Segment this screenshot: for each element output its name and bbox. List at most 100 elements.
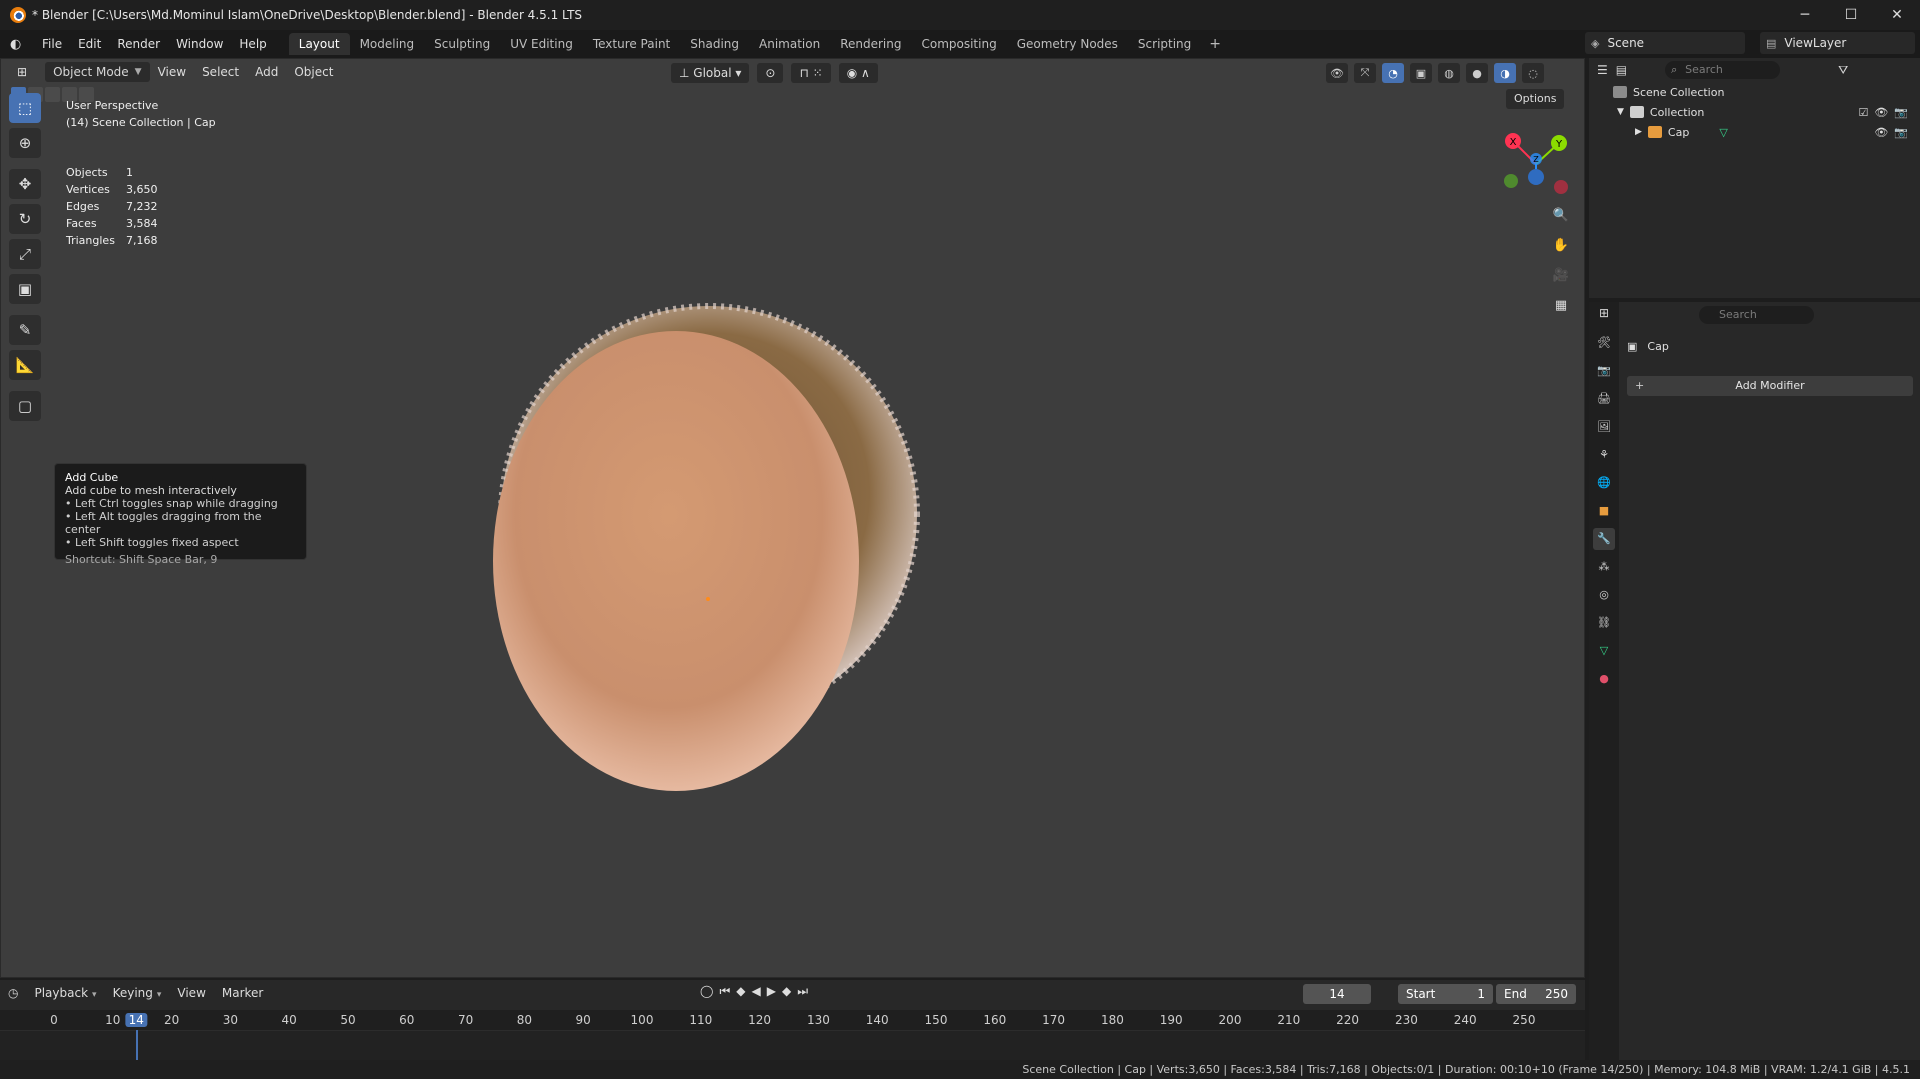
- outliner-search-input[interactable]: Search: [1665, 61, 1781, 79]
- scene-selector[interactable]: ◈ Scene: [1585, 32, 1745, 54]
- options-dropdown[interactable]: Options: [1506, 89, 1565, 109]
- orientation-dropdown[interactable]: ⊥ Global ▾: [671, 63, 750, 83]
- viewport-menu-object[interactable]: Object: [286, 62, 341, 82]
- playhead[interactable]: [136, 1030, 139, 1060]
- tab-uv-editing[interactable]: UV Editing: [500, 33, 583, 55]
- filter-icon[interactable]: ⛛: [1838, 63, 1848, 78]
- data-tab-icon[interactable]: ▽: [1593, 640, 1615, 662]
- physics-tab-icon[interactable]: ◎: [1593, 584, 1615, 606]
- jump-start-icon[interactable]: ⏮: [719, 984, 730, 999]
- eye-icon[interactable]: 👁: [1874, 106, 1888, 119]
- tab-geometry-nodes[interactable]: Geometry Nodes: [1007, 33, 1128, 55]
- outliner-row-cap[interactable]: ▶ Cap ▽ 👁 📷: [1589, 122, 1920, 142]
- tab-layout[interactable]: Layout: [288, 33, 350, 55]
- output-tab-icon[interactable]: 🖨: [1593, 388, 1615, 410]
- cap-mesh-object[interactable]: [471, 299, 931, 799]
- play-icon[interactable]: ▶: [767, 984, 776, 999]
- add-cube-icon[interactable]: ▢: [9, 391, 41, 421]
- properties-editor-icon[interactable]: ⊞: [1599, 306, 1609, 320]
- move-icon[interactable]: ✥: [9, 169, 41, 199]
- checkbox-icon[interactable]: ☑: [1858, 106, 1868, 119]
- camera-icon[interactable]: 📷: [1894, 106, 1908, 119]
- timeline-menu-view[interactable]: View: [169, 986, 213, 1000]
- annotate-icon[interactable]: ✎: [9, 315, 41, 345]
- end-frame-field[interactable]: End 250: [1496, 984, 1576, 1004]
- keyframe-track[interactable]: [0, 1030, 1585, 1060]
- object-mode-dropdown[interactable]: Object Mode ▼: [45, 62, 150, 82]
- xray-icon[interactable]: ▣: [1410, 63, 1432, 83]
- start-frame-field[interactable]: Start 1: [1398, 984, 1493, 1004]
- auto-key-icon[interactable]: ◯: [700, 984, 713, 999]
- menu-render[interactable]: Render: [109, 37, 168, 51]
- cursor-icon[interactable]: ⊕: [9, 128, 41, 158]
- transform-icon[interactable]: ▣: [9, 274, 41, 304]
- timeline-menu-keying[interactable]: Keying ▾: [105, 986, 170, 1000]
- overlay-toggle-icon[interactable]: ◔: [1382, 63, 1404, 83]
- viewport-menu-select[interactable]: Select: [194, 62, 247, 82]
- proportional-edit-icon[interactable]: ◉ ∧: [838, 63, 878, 83]
- tab-sculpting[interactable]: Sculpting: [424, 33, 500, 55]
- menu-edit[interactable]: Edit: [70, 37, 109, 51]
- editor-type-icon[interactable]: ⊞: [9, 62, 35, 82]
- snap-icon[interactable]: ⊓ ⁙: [791, 63, 831, 83]
- pan-hand-icon[interactable]: ✋: [1550, 234, 1572, 256]
- scene-tab-icon[interactable]: ⚘: [1593, 444, 1615, 466]
- visibility-icon[interactable]: 👁: [1326, 63, 1348, 83]
- rendered-shading-icon[interactable]: ◌: [1522, 63, 1544, 83]
- tool-tab-icon[interactable]: 🛠: [1593, 332, 1615, 354]
- material-tab-icon[interactable]: ●: [1593, 668, 1615, 690]
- ortho-grid-icon[interactable]: ▦: [1550, 294, 1572, 316]
- expand-chevron-icon[interactable]: ▼: [1617, 107, 1624, 117]
- view-layer-selector[interactable]: ▤ ViewLayer: [1760, 32, 1915, 54]
- tab-scripting[interactable]: Scripting: [1128, 33, 1201, 55]
- menu-window[interactable]: Window: [168, 37, 231, 51]
- select-subtract-icon[interactable]: [45, 87, 60, 102]
- menu-file[interactable]: File: [34, 37, 70, 51]
- render-tab-icon[interactable]: 📷: [1593, 360, 1615, 382]
- current-frame-field[interactable]: 14: [1303, 984, 1371, 1004]
- minimize-button[interactable]: ─: [1782, 0, 1828, 30]
- add-modifier-button[interactable]: + Add Modifier: [1627, 376, 1913, 396]
- select-box-icon[interactable]: ⬚: [9, 93, 41, 123]
- object-tab-icon[interactable]: ■: [1593, 500, 1615, 522]
- mesh-data-icon[interactable]: ▽: [1719, 126, 1727, 139]
- frame-ruler[interactable]: 0 10 14 20 30 40 50 60 70 80 90 100 110 120 130 140 150 1…: [0, 1010, 1585, 1030]
- viewport-menu-add[interactable]: Add: [247, 62, 286, 82]
- close-button[interactable]: ✕: [1874, 0, 1920, 30]
- material-shading-icon[interactable]: ◑: [1494, 63, 1516, 83]
- camera-view-icon[interactable]: 🎥: [1550, 264, 1572, 286]
- play-reverse-icon[interactable]: ◀: [751, 984, 760, 999]
- particles-tab-icon[interactable]: ⁂: [1593, 556, 1615, 578]
- eye-icon[interactable]: 👁: [1874, 126, 1888, 139]
- timeline-menu-marker[interactable]: Marker: [214, 986, 271, 1000]
- outliner-row-scene-collection[interactable]: Scene Collection: [1589, 82, 1920, 102]
- tab-rendering[interactable]: Rendering: [830, 33, 911, 55]
- viewport-menu-view[interactable]: View: [150, 62, 194, 82]
- next-keyframe-icon[interactable]: ◆: [782, 984, 791, 999]
- constraints-tab-icon[interactable]: ⛓: [1593, 612, 1615, 634]
- solid-shading-icon[interactable]: ●: [1466, 63, 1488, 83]
- tab-modeling[interactable]: Modeling: [350, 33, 425, 55]
- navigation-gizmo[interactable]: X Y Z: [1501, 129, 1571, 199]
- maximize-button[interactable]: ☐: [1828, 0, 1874, 30]
- menu-help[interactable]: Help: [231, 37, 274, 51]
- rotate-icon[interactable]: ↻: [9, 204, 41, 234]
- tab-animation[interactable]: Animation: [749, 33, 830, 55]
- blender-menu-icon[interactable]: ◐: [10, 37, 26, 52]
- view-layer-tab-icon[interactable]: 🖼: [1593, 416, 1615, 438]
- tab-texture-paint[interactable]: Texture Paint: [583, 33, 680, 55]
- scale-icon[interactable]: ⤢: [9, 239, 41, 269]
- modifier-tab-icon[interactable]: 🔧: [1593, 528, 1615, 550]
- pivot-icon[interactable]: ⊙: [757, 63, 784, 83]
- prev-keyframe-icon[interactable]: ◆: [736, 984, 745, 999]
- properties-search-input[interactable]: Search: [1699, 306, 1814, 324]
- camera-icon[interactable]: 📷: [1894, 126, 1908, 139]
- outliner-row-collection[interactable]: ▼ Collection ☑ 👁 📷: [1589, 102, 1920, 122]
- timeline-menu-playback[interactable]: Playback ▾: [26, 986, 104, 1000]
- 3d-viewport[interactable]: ⊞ Object Mode ▼ View Select Add Object ⊥ …: [0, 58, 1585, 978]
- world-tab-icon[interactable]: 🌐: [1593, 472, 1615, 494]
- jump-end-icon[interactable]: ⏭: [797, 984, 808, 999]
- outliner-editor-icon[interactable]: ☰: [1597, 63, 1608, 77]
- add-workspace-button[interactable]: +: [1201, 33, 1229, 55]
- tab-compositing[interactable]: Compositing: [911, 33, 1006, 55]
